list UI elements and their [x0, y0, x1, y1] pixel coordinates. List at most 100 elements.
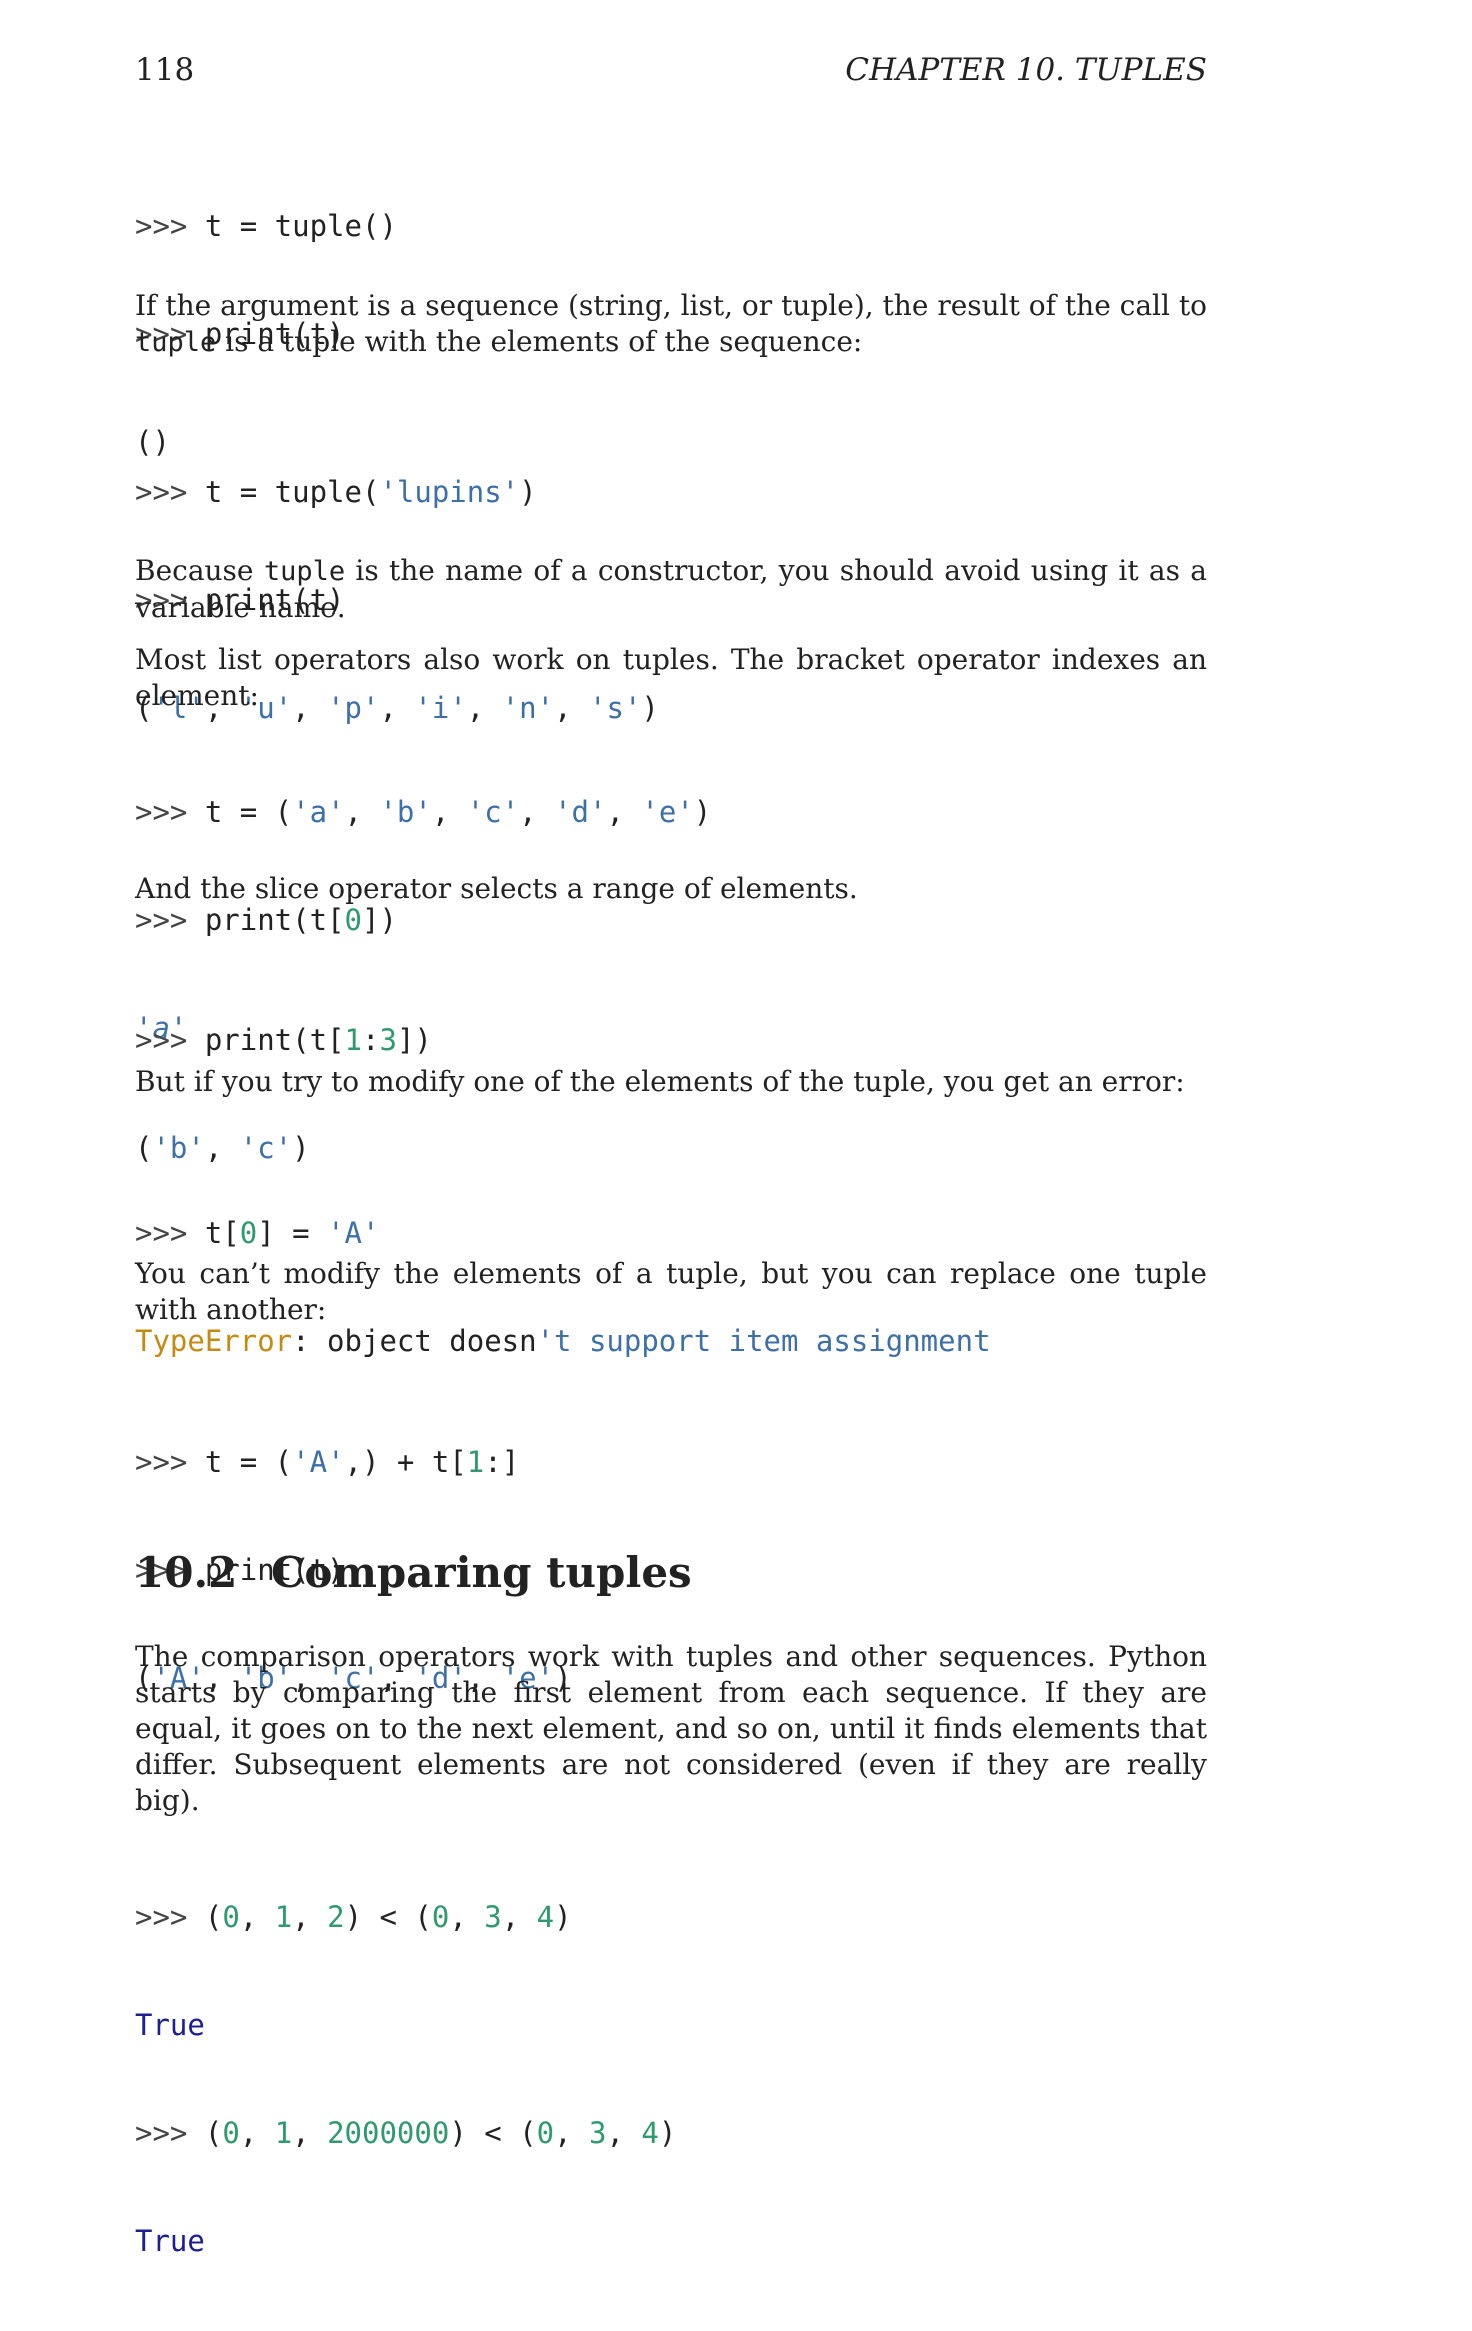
code-text: t = tuple(	[204, 475, 380, 509]
string-literal: 'A'	[292, 1445, 345, 1479]
string-literal: 't support item assignment	[536, 1324, 991, 1358]
code-line: >>> t = tuple()	[135, 208, 397, 244]
code-text: ,	[239, 2116, 275, 2150]
code-line: >>> (0, 1, 2) < (0, 3, 4)	[135, 1899, 676, 1935]
paragraph-text: If the argument is a sequence (string, l…	[135, 289, 1207, 322]
prompt: >>>	[135, 1216, 205, 1250]
code-text: )	[693, 795, 712, 829]
number-literal: 0	[222, 1900, 240, 1934]
code-text: ,	[344, 795, 380, 829]
paragraph-slice-operator: And the slice operator selects a range o…	[135, 872, 858, 905]
number-literal: 3	[484, 1900, 502, 1934]
string-literal: 'b'	[379, 795, 432, 829]
code-text: ,	[606, 2116, 642, 2150]
section-title: Comparing tuples	[271, 1548, 692, 1597]
boolean-literal: True	[135, 2224, 205, 2258]
number-literal: 4	[641, 2116, 659, 2150]
page-number: 118	[135, 52, 195, 88]
code-text: (	[204, 2116, 223, 2150]
boolean-literal: True	[135, 2008, 205, 2042]
code-line: >>> t = ('A',) + t[1:]	[135, 1444, 572, 1480]
code-text: :]	[484, 1445, 520, 1479]
code-text: t[	[204, 1216, 240, 1250]
code-text: ] =	[257, 1216, 328, 1250]
number-literal: 3	[589, 2116, 607, 2150]
string-literal: 'A'	[327, 1216, 380, 1250]
code-text: )	[554, 1900, 572, 1934]
number-literal: 2000000	[327, 2116, 450, 2150]
number-literal: 1	[274, 2116, 293, 2150]
paragraph-list-operators: Most list operators also work on tuples.…	[135, 643, 1207, 712]
code-text: ) < (	[449, 2116, 537, 2150]
code-line: >>> t = ('a', 'b', 'c', 'd', 'e')	[135, 794, 711, 830]
code-text: :	[362, 1023, 380, 1057]
code-text: ,	[501, 1900, 537, 1934]
code-text: t = (	[204, 795, 293, 829]
prompt: >>>	[135, 903, 205, 937]
number-literal: 1	[344, 1023, 362, 1057]
code-text: )	[519, 475, 537, 509]
code-text: )	[658, 2116, 677, 2150]
code-text: ])	[396, 1023, 432, 1057]
number-literal: 4	[536, 1900, 555, 1934]
code-text: ])	[362, 903, 397, 937]
inline-code: tuple	[263, 556, 346, 587]
code-line: >>> (0, 1, 2000000) < (0, 3, 4)	[135, 2115, 676, 2151]
code-output: TypeError: object doesn't support item a…	[135, 1323, 991, 1359]
code-text: ,	[519, 795, 555, 829]
paragraph-replace-tuple: You can’t modify the elements of a tuple…	[135, 1257, 1207, 1326]
code-text: print(t[	[204, 903, 345, 937]
prompt: >>>	[135, 1023, 205, 1057]
code-line: >>> t[0] = 'A'	[135, 1215, 991, 1251]
paragraph-text: Because	[135, 554, 264, 587]
section-heading: 10.2 Comparing tuples	[135, 1548, 692, 1597]
code-text: ,	[239, 1900, 275, 1934]
code-text: ,	[292, 2116, 328, 2150]
section-number: 10.2	[135, 1548, 238, 1597]
string-literal: 'lupins'	[379, 475, 520, 509]
code-text: ,	[554, 2116, 590, 2150]
code-text: ,	[449, 1900, 485, 1934]
code-text: : object doesn	[292, 1324, 537, 1358]
code-text: t = (	[204, 1445, 293, 1479]
paragraph-tuple-argument: If the argument is a sequence (string, l…	[135, 288, 1207, 361]
code-text: ) < (	[344, 1900, 432, 1934]
prompt: >>>	[135, 475, 205, 509]
code-output: True	[135, 2007, 676, 2043]
number-literal: 0	[239, 1216, 258, 1250]
inline-code: tuple	[135, 327, 217, 358]
paragraph-comparison-operators: The comparison operators work with tuple…	[135, 1640, 1207, 1817]
code-text: ,) + t[	[344, 1445, 467, 1479]
code-output: True	[135, 2223, 676, 2259]
number-literal: 1	[466, 1445, 485, 1479]
prompt: >>>	[135, 1900, 205, 1934]
code-line: >>> t = tuple('lupins')	[135, 474, 659, 510]
number-literal: 0	[536, 2116, 555, 2150]
paragraph-constructor-name: Because tuple is the name of a construct…	[135, 553, 1207, 626]
string-literal: 'e'	[641, 795, 694, 829]
code-line: >>> print(t[1:3])	[135, 1022, 432, 1058]
code-text: print(t[	[204, 1023, 345, 1057]
exception-name: TypeError	[135, 1324, 293, 1358]
code-text: ,	[431, 795, 467, 829]
number-literal: 0	[222, 2116, 240, 2150]
page-header: 118 CHAPTER 10. TUPLES	[135, 52, 1207, 92]
string-literal: 'a'	[292, 795, 345, 829]
code-text: t = tuple()	[204, 209, 397, 243]
code-text: (	[204, 1900, 223, 1934]
number-literal: 0	[431, 1900, 450, 1934]
prompt: >>>	[135, 2116, 205, 2150]
prompt: >>>	[135, 795, 205, 829]
number-literal: 3	[379, 1023, 397, 1057]
prompt: >>>	[135, 1445, 205, 1479]
number-literal: 0	[344, 903, 362, 937]
string-literal: 'd'	[554, 795, 607, 829]
number-literal: 1	[274, 1900, 293, 1934]
prompt: >>>	[135, 209, 205, 243]
paragraph-text: is a tuple with the elements of the sequ…	[216, 325, 863, 358]
number-literal: 2	[327, 1900, 345, 1934]
code-text: ,	[292, 1900, 328, 1934]
chapter-running-head: CHAPTER 10. TUPLES	[845, 52, 1207, 88]
string-literal: 'c'	[466, 795, 520, 829]
code-block-comparison: >>> (0, 1, 2) < (0, 3, 4) True >>> (0, 1…	[135, 1827, 676, 2331]
